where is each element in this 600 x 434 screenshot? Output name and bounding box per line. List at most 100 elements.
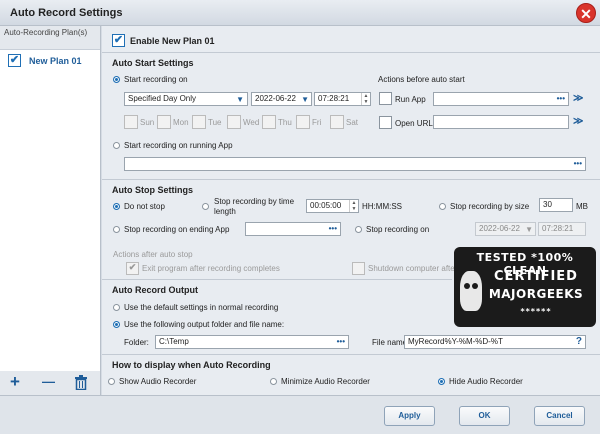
- day-checkbox-thu[interactable]: [262, 115, 276, 129]
- window-title: Auto Record Settings: [10, 7, 123, 19]
- add-plan-button[interactable]: +: [10, 373, 20, 391]
- sidebar-header: Auto-Recording Plan(s): [0, 26, 100, 50]
- day-label-thu: Thu: [278, 118, 292, 127]
- time-length-spinner[interactable]: 00:05:00 ▲ ▼: [306, 199, 359, 213]
- spinner-arrows-icon[interactable]: ▲ ▼: [361, 93, 370, 105]
- stop-by-size-radio[interactable]: [439, 203, 446, 210]
- output-title: Auto Record Output: [112, 285, 198, 295]
- day-checkbox-sat[interactable]: [330, 115, 344, 129]
- run-app-checkbox[interactable]: [379, 92, 392, 105]
- actions-after-title: Actions after auto stop: [113, 250, 193, 259]
- run-app-go-button[interactable]: ≫: [573, 93, 583, 104]
- show-recorder-label: Show Audio Recorder: [119, 377, 197, 386]
- browse-button[interactable]: •••: [329, 223, 337, 235]
- watermark-line4: ******: [520, 307, 552, 316]
- hide-recorder-label: Hide Audio Recorder: [449, 377, 523, 386]
- plan-checkbox[interactable]: ✔: [8, 54, 21, 67]
- time-length-value: 00:05:00: [310, 201, 342, 210]
- dialog-button-bar: Apply OK Cancel: [0, 395, 600, 434]
- stop-ending-app-label: Stop recording on ending App: [124, 225, 230, 234]
- ending-app-input[interactable]: •••: [245, 222, 341, 236]
- settings-panel: ✔ Enable New Plan 01 Auto Start Settings…: [102, 26, 600, 395]
- do-not-stop-radio[interactable]: [113, 203, 120, 210]
- day-label-mon: Mon: [173, 118, 189, 127]
- divider: [102, 179, 600, 180]
- start-time-spinner[interactable]: 07:28:21 ▲ ▼: [314, 92, 371, 106]
- exit-program-checkbox[interactable]: ✔: [126, 262, 139, 275]
- start-recording-on-radio[interactable]: [113, 76, 120, 83]
- running-app-label: Start recording on running App: [124, 141, 233, 150]
- ok-button[interactable]: OK: [459, 406, 510, 426]
- spinner-arrows-icon[interactable]: ▲ ▼: [349, 200, 358, 212]
- stop-time-spinner[interactable]: 07:28:21: [538, 222, 586, 236]
- close-button[interactable]: ✕: [576, 3, 596, 23]
- enable-plan-checkbox[interactable]: ✔: [112, 34, 125, 47]
- filename-value: MyRecord%Y-%M-%D-%T: [408, 337, 503, 346]
- watermark-line2: CERTIFIED: [494, 269, 578, 284]
- stop-by-time-radio[interactable]: [202, 203, 209, 210]
- start-recording-on-label: Start recording on: [124, 75, 188, 84]
- stop-ending-app-radio[interactable]: [113, 226, 120, 233]
- default-output-radio[interactable]: [113, 304, 120, 311]
- stop-by-time-label: Stop recording by time length: [214, 197, 295, 216]
- custom-output-radio[interactable]: [113, 321, 120, 328]
- start-time-value: 07:28:21: [318, 94, 350, 103]
- browse-button[interactable]: •••: [337, 336, 345, 348]
- day-label-sun: Sun: [140, 118, 155, 127]
- day-checkbox-sun[interactable]: [124, 115, 138, 129]
- custom-output-label: Use the following output folder and file…: [124, 320, 285, 329]
- stop-date-picker[interactable]: 2022-06-22 ▼: [475, 222, 536, 236]
- open-url-input[interactable]: [433, 115, 569, 129]
- folder-input[interactable]: C:\Temp •••: [155, 335, 349, 349]
- open-url-checkbox[interactable]: [379, 116, 392, 129]
- stop-date-value: 2022-06-22: [479, 224, 520, 233]
- run-app-input[interactable]: •••: [433, 92, 569, 106]
- size-value: 30: [543, 200, 552, 209]
- apply-button[interactable]: Apply: [384, 406, 435, 426]
- hide-recorder-radio[interactable]: [438, 378, 445, 385]
- sidebar-item-label: New Plan 01: [29, 56, 82, 66]
- stop-on-date-label: Stop recording on: [366, 225, 430, 234]
- running-app-input[interactable]: •••: [124, 157, 586, 171]
- day-checkbox-tue[interactable]: [192, 115, 206, 129]
- schedule-type-select[interactable]: Specified Day Only ▼: [124, 92, 248, 106]
- chevron-down-icon: ▼: [236, 95, 244, 104]
- day-checkbox-wed[interactable]: [227, 115, 241, 129]
- open-url-label: Open URL: [395, 119, 433, 128]
- watermark-line3: MAJORGEEKS: [488, 287, 584, 301]
- exit-program-label: Exit program after recording completes: [142, 264, 280, 273]
- time-format-label: HH:MM:SS: [362, 202, 402, 211]
- day-label-tue: Tue: [208, 118, 222, 127]
- chevron-down-icon: ▼: [301, 95, 309, 104]
- chevron-down-icon: ▼: [525, 225, 533, 234]
- trash-icon[interactable]: [74, 375, 88, 394]
- sidebar-footer: + —: [0, 371, 101, 395]
- day-checkbox-mon[interactable]: [157, 115, 171, 129]
- minimize-recorder-radio[interactable]: [270, 378, 277, 385]
- stop-on-date-radio[interactable]: [355, 226, 362, 233]
- browse-button[interactable]: •••: [574, 158, 582, 170]
- open-url-go-button[interactable]: ≫: [573, 116, 583, 127]
- auto-start-title: Auto Start Settings: [112, 58, 194, 68]
- day-label-wed: Wed: [243, 118, 260, 127]
- browse-button[interactable]: •••: [557, 93, 565, 105]
- filename-input[interactable]: MyRecord%Y-%M-%D-%T ?: [404, 335, 586, 349]
- shutdown-checkbox[interactable]: [352, 262, 365, 275]
- show-recorder-radio[interactable]: [108, 378, 115, 385]
- cancel-button[interactable]: Cancel: [534, 406, 585, 426]
- schedule-type-value: Specified Day Only: [128, 94, 197, 103]
- help-icon[interactable]: ?: [576, 336, 582, 348]
- actions-before-title: Actions before auto start: [378, 75, 465, 84]
- day-checkbox-fri[interactable]: [296, 115, 310, 129]
- auto-stop-title: Auto Stop Settings: [112, 185, 193, 195]
- running-app-radio[interactable]: [113, 142, 120, 149]
- start-date-picker[interactable]: 2022-06-22 ▼: [251, 92, 312, 106]
- size-input[interactable]: 30: [539, 198, 573, 212]
- day-label-sat: Sat: [346, 118, 359, 127]
- divider: [102, 279, 452, 280]
- day-label-fri: Fri: [312, 118, 322, 127]
- do-not-stop-label: Do not stop: [124, 202, 165, 211]
- plan-sidebar: Auto-Recording Plan(s) ✔ New Plan 01: [0, 26, 101, 371]
- remove-plan-button[interactable]: —: [42, 373, 55, 391]
- sidebar-item-new-plan-01[interactable]: ✔ New Plan 01: [0, 52, 100, 70]
